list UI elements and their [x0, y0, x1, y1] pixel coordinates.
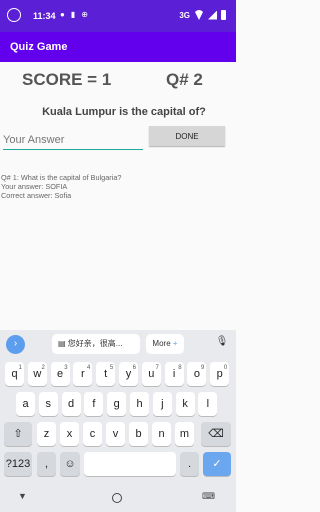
app-title: Quiz Game: [10, 41, 68, 53]
space-key[interactable]: [84, 452, 176, 476]
key-z[interactable]: z: [37, 422, 56, 446]
clipboard-suggestion[interactable]: ▤ 您好亲，很高...: [52, 334, 140, 354]
question-number-label: Q# 2: [166, 70, 203, 89]
done-button[interactable]: DONE: [149, 126, 225, 146]
key-k[interactable]: k: [175, 392, 195, 416]
key-a[interactable]: a: [16, 392, 35, 416]
signal-icon: [208, 10, 217, 20]
key-e[interactable]: e3: [50, 362, 70, 386]
status-notification-icon: [7, 8, 21, 22]
chat-icon: ●: [60, 10, 65, 19]
key-w[interactable]: w2: [27, 362, 47, 386]
keyboard-expand-button[interactable]: ›: [6, 335, 25, 354]
microphone-icon[interactable]: 🎙: [215, 336, 229, 352]
key-n[interactable]: n: [152, 422, 171, 446]
home-icon[interactable]: [112, 493, 122, 503]
history-question: Q# 1: What is the capital of Bulgaria?: [1, 173, 122, 182]
key-o[interactable]: o9: [187, 362, 207, 386]
key-v[interactable]: v: [106, 422, 125, 446]
soft-keyboard: › ▤ 您好亲，很高... More + 🎙 q1w2e3r4t5y6u7i8o…: [0, 330, 236, 482]
keyboard-toolbar: › ▤ 您好亲，很高... More + 🎙: [0, 330, 236, 358]
key-b[interactable]: b: [129, 422, 148, 446]
answer-history: Q# 1: What is the capital of Bulgaria? Y…: [1, 173, 121, 200]
score-label: SCORE = 1: [22, 70, 112, 89]
numbers-key[interactable]: ?123: [4, 452, 32, 476]
key-q[interactable]: q1: [5, 362, 24, 386]
key-c[interactable]: c: [83, 422, 102, 446]
key-g[interactable]: g: [107, 392, 127, 416]
key-x[interactable]: x: [60, 422, 79, 446]
plus-icon: +: [172, 339, 178, 348]
answer-input[interactable]: [3, 130, 143, 150]
wifi-icon: [194, 10, 204, 20]
battery-icon: [221, 10, 226, 20]
key-s[interactable]: s: [38, 392, 58, 416]
navigation-bar: ▼ ⌨: [0, 482, 236, 512]
key-p[interactable]: p0: [210, 362, 230, 386]
status-bar: 11:34 ● ▮ ⊕ 3G: [0, 0, 236, 32]
key-d[interactable]: d: [61, 392, 81, 416]
emoji-key[interactable]: ☺: [60, 452, 80, 476]
vpn-icon: ⊕: [81, 10, 88, 19]
more-button[interactable]: More +: [146, 334, 184, 354]
key-t[interactable]: t5: [96, 362, 116, 386]
key-l[interactable]: l: [198, 392, 218, 416]
status-time: 11:34: [33, 11, 56, 21]
backspace-key[interactable]: ⌫: [201, 422, 231, 446]
shift-key[interactable]: ⇧: [4, 422, 32, 446]
key-h[interactable]: h: [130, 392, 149, 416]
key-u[interactable]: u7: [141, 362, 161, 386]
back-icon[interactable]: ▼: [18, 491, 27, 501]
period-key[interactable]: .: [180, 452, 199, 476]
app-bar: Quiz Game: [0, 32, 236, 62]
key-y[interactable]: y6: [119, 362, 138, 386]
enter-key[interactable]: ✓: [203, 452, 231, 476]
sim-icon: ▮: [70, 10, 76, 19]
keyboard-switch-icon[interactable]: ⌨: [202, 491, 215, 502]
key-r[interactable]: r4: [73, 362, 93, 386]
key-m[interactable]: m: [175, 422, 194, 446]
comma-key[interactable]: ,: [37, 452, 56, 476]
history-your-answer: Your answer: SOFIA: [1, 182, 68, 191]
key-j[interactable]: j: [152, 392, 172, 416]
key-f[interactable]: f: [84, 392, 104, 416]
clipboard-icon: ▤: [58, 339, 68, 348]
history-correct-answer: Correct answer: Sofia: [1, 191, 72, 200]
question-text: Kuala Lumpur is the capital of?: [42, 106, 206, 118]
network-label: 3G: [179, 10, 190, 20]
key-i[interactable]: i8: [164, 362, 184, 386]
